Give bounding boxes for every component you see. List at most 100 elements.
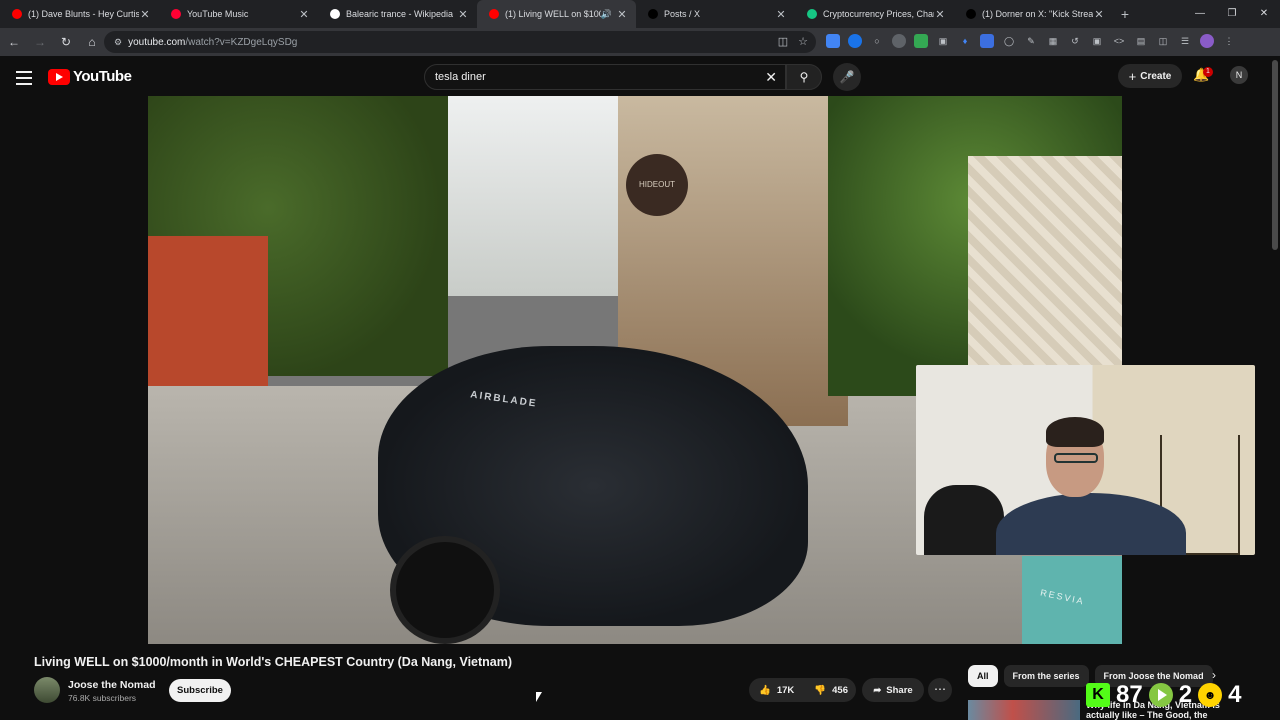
- url-host: youtube.com: [128, 36, 186, 48]
- share-button[interactable]: ➦ Share: [862, 678, 924, 702]
- back-icon[interactable]: ←: [2, 35, 26, 49]
- home-icon[interactable]: ⌂: [80, 35, 104, 49]
- history-icon[interactable]: ↺: [1068, 34, 1082, 48]
- like-dislike-group: 👍 17K 👎 456: [749, 678, 856, 702]
- close-tab-icon[interactable]: ✕: [616, 8, 628, 21]
- extension-icon[interactable]: ♦: [958, 34, 972, 48]
- browser-tab[interactable]: Cryptocurrency Prices, Charts, a✕: [795, 0, 954, 28]
- bookmark-star-icon[interactable]: ☆: [798, 35, 808, 48]
- close-tab-icon[interactable]: ✕: [457, 8, 469, 21]
- new-tab-button[interactable]: +: [1113, 6, 1137, 22]
- tab-title: Cryptocurrency Prices, Charts, a: [823, 9, 934, 19]
- video-scene-wheel: [390, 536, 500, 644]
- tab-favicon-icon: [807, 9, 817, 19]
- extension-icon[interactable]: [980, 34, 994, 48]
- extension-icon[interactable]: [914, 34, 928, 48]
- chevron-right-icon[interactable]: ›: [1212, 668, 1216, 682]
- screenshot-icon[interactable]: ▣: [1090, 34, 1104, 48]
- tab-title: (1) Dorner on X: "Kick Streamer: [982, 9, 1093, 19]
- webcam-person-body: [996, 493, 1186, 555]
- more-dots-icon: ⋯: [934, 682, 946, 696]
- search-button[interactable]: ⚲: [786, 64, 822, 90]
- notification-badge: 1: [1203, 67, 1213, 77]
- close-tab-icon[interactable]: ✕: [1093, 8, 1105, 21]
- profile-avatar-icon[interactable]: [1200, 34, 1214, 48]
- extensions-bar: ○ ▣ ♦ ◯ ✎ ▦ ↺ ▣ <> ▤ ◫ ☰ ⋮: [826, 34, 1236, 48]
- close-window-icon[interactable]: ✕: [1248, 0, 1280, 28]
- site-info-icon[interactable]: ⚙: [114, 37, 122, 48]
- voice-search-button[interactable]: 🎤: [833, 63, 861, 91]
- plus-icon: +: [1128, 68, 1137, 84]
- forward-icon[interactable]: →: [28, 35, 52, 49]
- extensions-puzzle-icon[interactable]: ▦: [1046, 34, 1060, 48]
- more-actions-button[interactable]: ⋯: [928, 678, 952, 702]
- reading-list-icon[interactable]: ▤: [1134, 34, 1148, 48]
- clear-search-icon[interactable]: ✕: [765, 69, 777, 86]
- channel-avatar[interactable]: [34, 677, 60, 703]
- like-button[interactable]: 👍 17K: [749, 678, 804, 702]
- minimize-icon[interactable]: —: [1184, 0, 1216, 28]
- extension-icon[interactable]: ◯: [1002, 34, 1016, 48]
- tab-title: (1) Living WELL on $1000/m: [505, 9, 601, 19]
- extension-icon[interactable]: [826, 34, 840, 48]
- tab-title: (1) Dave Blunts - Hey Curtis [Of: [28, 9, 139, 19]
- close-tab-icon[interactable]: ✕: [298, 8, 310, 21]
- kick-icon: K: [1086, 683, 1110, 707]
- webcam-chair: [924, 485, 1004, 555]
- thumbs-up-icon: 👍: [759, 684, 771, 696]
- devtools-icon[interactable]: <>: [1112, 34, 1126, 48]
- media-controls-icon[interactable]: ☰: [1178, 34, 1192, 48]
- tab-favicon-icon: [489, 9, 499, 19]
- hamburger-menu-icon[interactable]: [16, 71, 32, 85]
- subscriber-count: 76.8K subscribers: [68, 693, 137, 703]
- install-app-icon[interactable]: ◫: [778, 35, 788, 48]
- close-tab-icon[interactable]: ✕: [139, 8, 151, 21]
- window-controls: — ❐ ✕: [1184, 0, 1280, 28]
- create-button[interactable]: + Create: [1118, 64, 1182, 88]
- browser-tab[interactable]: (1) Dave Blunts - Hey Curtis [Of✕: [0, 0, 159, 28]
- webcam-person-hair: [1046, 417, 1104, 447]
- extension-icon[interactable]: [892, 34, 906, 48]
- share-label: Share: [886, 684, 913, 696]
- tab-title: Balearic trance - Wikipedia: [346, 9, 454, 19]
- thumbs-down-icon: 👎: [814, 684, 827, 696]
- account-avatar[interactable]: N: [1230, 66, 1248, 84]
- search-query: tesla diner: [435, 71, 486, 83]
- dlive-viewer-count: 4: [1228, 681, 1242, 708]
- video-scene-sign: HIDEOUT: [626, 154, 688, 216]
- chip-all[interactable]: All: [968, 665, 998, 687]
- restore-icon[interactable]: ❐: [1216, 0, 1248, 28]
- recommendation-thumbnail[interactable]: [968, 700, 1080, 720]
- youtube-logo[interactable]: YouTube: [48, 68, 132, 85]
- subscribe-button[interactable]: Subscribe: [169, 679, 231, 702]
- tab-audio-icon[interactable]: 🔊: [601, 9, 612, 20]
- search-input[interactable]: tesla diner ✕: [424, 64, 786, 90]
- extension-icon[interactable]: ▣: [936, 34, 950, 48]
- reload-icon[interactable]: ↻: [54, 35, 78, 49]
- close-tab-icon[interactable]: ✕: [934, 8, 946, 21]
- share-arrow-icon: ➦: [873, 684, 882, 696]
- extension-icon[interactable]: ○: [870, 34, 884, 48]
- chip-from-the-series[interactable]: From the series: [1003, 665, 1089, 687]
- dislike-count: 456: [832, 684, 848, 696]
- browser-tab[interactable]: (1) Dorner on X: "Kick Streamer✕: [954, 0, 1113, 28]
- page-scrollbar[interactable]: [1272, 60, 1278, 250]
- browser-tab[interactable]: Balearic trance - Wikipedia ✕: [318, 0, 477, 28]
- like-count: 17K: [776, 684, 795, 696]
- extension-icon[interactable]: ✎: [1024, 34, 1038, 48]
- channel-name[interactable]: Joose the Nomad: [68, 679, 156, 691]
- address-bar[interactable]: ⚙ youtube.com/watch?v=KZDgeLqySDg ◫ ☆: [104, 31, 816, 53]
- browser-menu-icon[interactable]: ⋮: [1222, 34, 1236, 48]
- side-panel-icon[interactable]: ◫: [1156, 34, 1170, 48]
- stream-viewer-overlay: K 87 2 ☻ 4: [1086, 681, 1241, 709]
- video-scene-wall: [148, 236, 268, 396]
- dislike-button[interactable]: 👎 456: [804, 678, 858, 702]
- browser-tab[interactable]: Posts / X ✕: [636, 0, 795, 28]
- url-path: /watch?v=KZDgeLqySDg: [185, 36, 298, 48]
- browser-tab[interactable]: (1) Living WELL on $1000/m🔊 ✕: [477, 0, 636, 28]
- extension-icon[interactable]: [848, 34, 862, 48]
- rumble-viewer-count: 2: [1178, 681, 1193, 708]
- browser-tab[interactable]: YouTube Music ✕: [159, 0, 318, 28]
- close-tab-icon[interactable]: ✕: [775, 8, 787, 21]
- dlive-icon: ☻: [1198, 683, 1223, 707]
